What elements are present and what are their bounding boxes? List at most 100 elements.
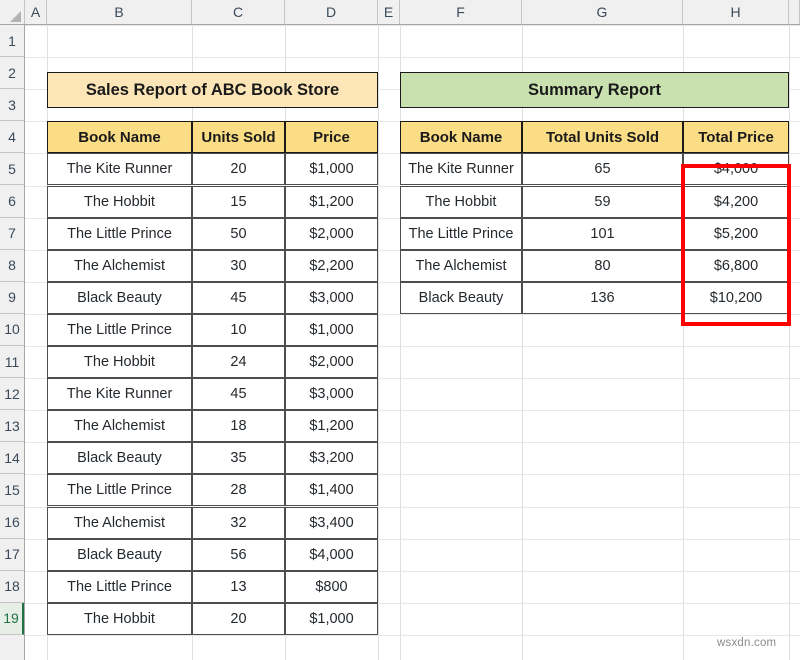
sales-cell-units[interactable]: 45: [192, 378, 285, 410]
column-header-f[interactable]: F: [400, 0, 522, 24]
summary-cell-units[interactable]: 65: [522, 153, 683, 185]
row-header-6[interactable]: 6: [0, 186, 24, 218]
row-header-1[interactable]: 1: [0, 25, 24, 57]
column-header-strip[interactable]: ABCDEFGH: [0, 0, 800, 25]
sales-report-title[interactable]: Sales Report of ABC Book Store: [47, 72, 378, 108]
sales-cell-units[interactable]: 32: [192, 507, 285, 539]
column-header-c[interactable]: C: [192, 0, 285, 24]
row-header-5[interactable]: 5: [0, 153, 24, 185]
summary-cell-price[interactable]: $4,200: [683, 186, 789, 218]
row-header-3[interactable]: 3: [0, 89, 24, 121]
row-header-strip[interactable]: 12345678910111213141516171819: [0, 25, 25, 660]
sales-cell-price[interactable]: $1,400: [285, 474, 378, 506]
sales-cell-book[interactable]: The Hobbit: [47, 346, 192, 378]
sales-cell-units[interactable]: 13: [192, 571, 285, 603]
sales-column-header-book[interactable]: Book Name: [47, 121, 192, 153]
sales-cell-book[interactable]: The Alchemist: [47, 507, 192, 539]
sales-cell-price[interactable]: $2,200: [285, 250, 378, 282]
sales-cell-units[interactable]: 28: [192, 474, 285, 506]
summary-cell-price[interactable]: $6,800: [683, 250, 789, 282]
row-header-13[interactable]: 13: [0, 410, 24, 442]
sales-cell-book[interactable]: The Hobbit: [47, 603, 192, 635]
sales-cell-book[interactable]: Black Beauty: [47, 442, 192, 474]
row-header-12[interactable]: 12: [0, 378, 24, 410]
column-header-g[interactable]: G: [522, 0, 683, 24]
sales-cell-price[interactable]: $2,000: [285, 218, 378, 250]
column-header-a[interactable]: A: [25, 0, 47, 24]
sales-cell-units[interactable]: 15: [192, 186, 285, 218]
column-header-e[interactable]: E: [378, 0, 400, 24]
summary-cell-units[interactable]: 80: [522, 250, 683, 282]
sales-cell-book[interactable]: Black Beauty: [47, 282, 192, 314]
sales-cell-book[interactable]: The Alchemist: [47, 410, 192, 442]
summary-cell-book[interactable]: The Alchemist: [400, 250, 522, 282]
sales-cell-units[interactable]: 50: [192, 218, 285, 250]
sales-cell-price[interactable]: $3,000: [285, 378, 378, 410]
summary-cell-price[interactable]: $5,200: [683, 218, 789, 250]
summary-cell-units[interactable]: 59: [522, 186, 683, 218]
summary-cell-units[interactable]: 101: [522, 218, 683, 250]
row-header-9[interactable]: 9: [0, 282, 24, 314]
sales-cell-price[interactable]: $1,000: [285, 314, 378, 346]
summary-cell-units[interactable]: 136: [522, 282, 683, 314]
column-header-overflow[interactable]: [789, 0, 800, 24]
sales-cell-book[interactable]: The Kite Runner: [47, 378, 192, 410]
sales-cell-price[interactable]: $3,000: [285, 282, 378, 314]
column-header-h[interactable]: H: [683, 0, 789, 24]
summary-cell-price[interactable]: $10,200: [683, 282, 789, 314]
sales-cell-units[interactable]: 20: [192, 603, 285, 635]
row-header-4[interactable]: 4: [0, 121, 24, 153]
sales-cell-price[interactable]: $3,400: [285, 507, 378, 539]
sales-cell-price[interactable]: $3,200: [285, 442, 378, 474]
sales-cell-book[interactable]: Black Beauty: [47, 539, 192, 571]
sales-cell-book[interactable]: The Hobbit: [47, 186, 192, 218]
sales-cell-price[interactable]: $2,000: [285, 346, 378, 378]
sales-cell-book[interactable]: The Kite Runner: [47, 153, 192, 185]
row-header-11[interactable]: 11: [0, 346, 24, 378]
row-header-14[interactable]: 14: [0, 442, 24, 474]
sales-cell-price[interactable]: $1,200: [285, 186, 378, 218]
sales-cell-price[interactable]: $1,000: [285, 153, 378, 185]
row-header-8[interactable]: 8: [0, 250, 24, 282]
sales-cell-book[interactable]: The Alchemist: [47, 250, 192, 282]
row-header-10[interactable]: 10: [0, 314, 24, 346]
summary-cell-book[interactable]: Black Beauty: [400, 282, 522, 314]
select-all-corner[interactable]: [0, 0, 25, 24]
row-header-16[interactable]: 16: [0, 507, 24, 539]
sales-cell-units[interactable]: 20: [192, 153, 285, 185]
sales-cell-price[interactable]: $4,000: [285, 539, 378, 571]
sales-cell-units[interactable]: 45: [192, 282, 285, 314]
sales-cell-units[interactable]: 18: [192, 410, 285, 442]
summary-column-header-book[interactable]: Book Name: [400, 121, 522, 153]
column-header-b[interactable]: B: [47, 0, 192, 24]
row-header-7[interactable]: 7: [0, 218, 24, 250]
sales-column-header-price[interactable]: Price: [285, 121, 378, 153]
row-header-2[interactable]: 2: [0, 57, 24, 89]
spreadsheet-grid[interactable]: Sales Report of ABC Book Store Book Name…: [0, 0, 800, 660]
sales-cell-units[interactable]: 56: [192, 539, 285, 571]
summary-cell-book[interactable]: The Little Prince: [400, 218, 522, 250]
summary-cell-book[interactable]: The Hobbit: [400, 186, 522, 218]
row-header-18[interactable]: 18: [0, 571, 24, 603]
row-header-19[interactable]: 19: [0, 603, 24, 635]
sales-cell-units[interactable]: 30: [192, 250, 285, 282]
sales-cell-book[interactable]: The Little Prince: [47, 218, 192, 250]
sales-cell-price[interactable]: $1,000: [285, 603, 378, 635]
sales-cell-price[interactable]: $800: [285, 571, 378, 603]
sales-cell-price[interactable]: $1,200: [285, 410, 378, 442]
column-header-d[interactable]: D: [285, 0, 378, 24]
sales-column-header-units[interactable]: Units Sold: [192, 121, 285, 153]
row-header-17[interactable]: 17: [0, 539, 24, 571]
sales-cell-book[interactable]: The Little Prince: [47, 474, 192, 506]
summary-cell-book[interactable]: The Kite Runner: [400, 153, 522, 185]
summary-column-header-units[interactable]: Total Units Sold: [522, 121, 683, 153]
sales-cell-units[interactable]: 35: [192, 442, 285, 474]
sales-cell-units[interactable]: 24: [192, 346, 285, 378]
summary-cell-price[interactable]: $4,000: [683, 153, 789, 185]
summary-report-title[interactable]: Summary Report: [400, 72, 789, 108]
row-header-15[interactable]: 15: [0, 474, 24, 506]
sales-cell-book[interactable]: The Little Prince: [47, 571, 192, 603]
sales-cell-units[interactable]: 10: [192, 314, 285, 346]
sales-cell-book[interactable]: The Little Prince: [47, 314, 192, 346]
summary-column-header-price[interactable]: Total Price: [683, 121, 789, 153]
